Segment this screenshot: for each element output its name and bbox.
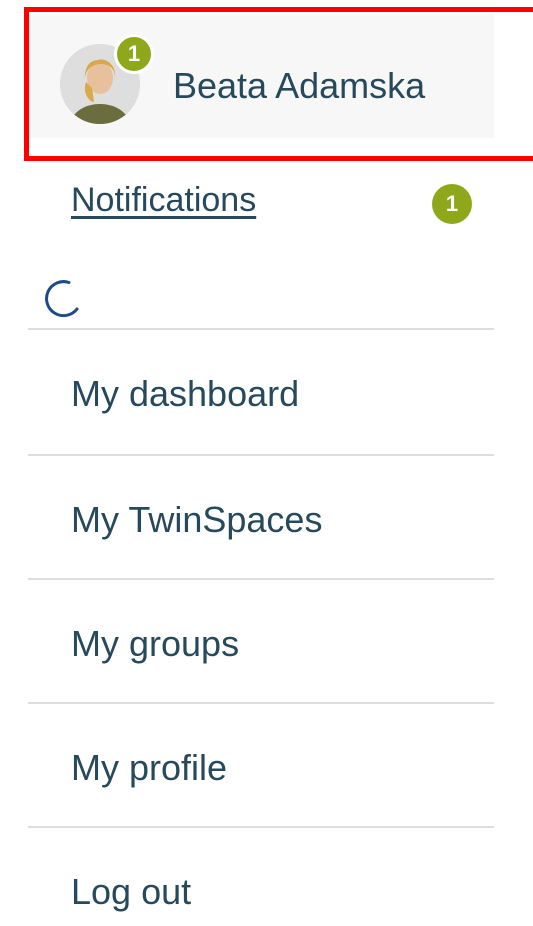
menu-item-label: My dashboard (71, 373, 300, 414)
menu-item-label: My profile (71, 747, 228, 788)
menu-item-log-out[interactable]: Log out (28, 826, 494, 926)
notifications-link[interactable]: Notifications (71, 180, 256, 220)
notifications-row: Notifications 1 (28, 168, 494, 232)
menu-item-my-dashboard[interactable]: My dashboard (28, 328, 494, 452)
spinner-icon (45, 280, 79, 318)
notifications-count-badge: 1 (432, 184, 472, 224)
user-name[interactable]: Beata Adamska (173, 64, 425, 108)
menu-item-label: My groups (71, 623, 240, 664)
user-notification-badge: 1 (114, 34, 154, 74)
menu-item-label: My TwinSpaces (71, 499, 323, 540)
user-header[interactable]: 1 Beata Adamska (28, 14, 494, 138)
menu-item-label: Log out (71, 871, 192, 912)
menu-item-my-groups[interactable]: My groups (28, 578, 494, 702)
menu-item-my-profile[interactable]: My profile (28, 702, 494, 826)
user-menu: 1 Beata Adamska Notifications 1 My dashb… (28, 0, 494, 926)
menu-item-my-twinspaces[interactable]: My TwinSpaces (28, 454, 494, 578)
